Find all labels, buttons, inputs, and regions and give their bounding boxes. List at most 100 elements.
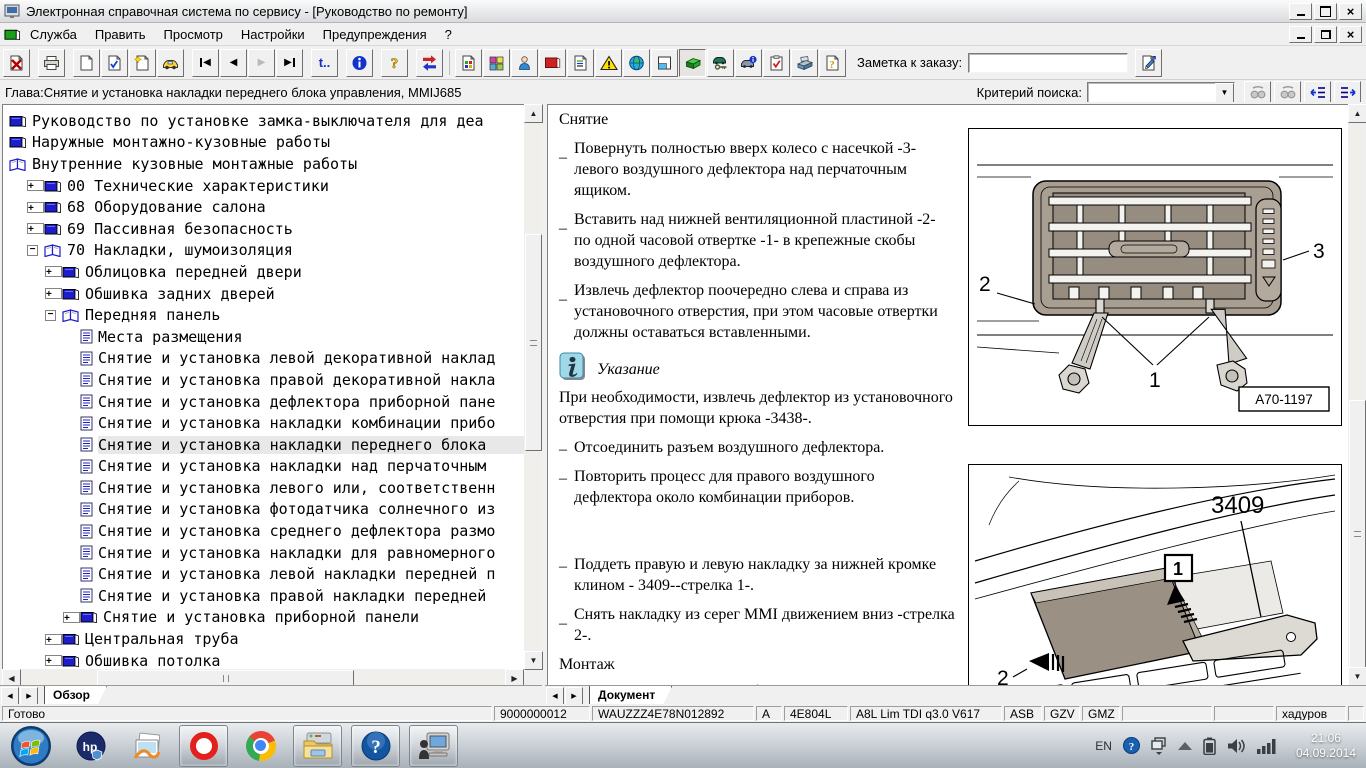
tree-item[interactable]: Передняя панель [7, 304, 525, 326]
manual-book-button[interactable] [539, 49, 566, 77]
expand-plus-icon[interactable] [63, 612, 80, 623]
maximize-button[interactable] [1314, 3, 1337, 20]
tray-help-icon[interactable]: ? [1123, 737, 1140, 754]
tree-item-selected[interactable]: Снятие и установка накладки переднего бл… [7, 434, 525, 456]
minimize-button[interactable] [1289, 3, 1312, 20]
info-button[interactable] [346, 49, 373, 77]
expand-plus-icon[interactable] [45, 634, 62, 645]
tree-item[interactable]: Снятие и установка левой накладки передн… [7, 563, 525, 585]
print-button[interactable] [38, 49, 65, 77]
tree-item[interactable]: 00 Технические характеристики [7, 175, 525, 197]
note-edit-button[interactable] [1135, 49, 1162, 77]
tree-item[interactable]: Снятие и установка левой декоративной на… [7, 348, 525, 370]
tree-vertical-scrollbar[interactable]: ▲ ▼ [524, 104, 541, 670]
collapse-minus-icon[interactable] [27, 245, 38, 256]
books-button[interactable] [791, 49, 818, 77]
search-criterion-combobox[interactable]: ▼ [1087, 82, 1235, 104]
taskbar-app-chrome[interactable] [237, 726, 284, 766]
mdi-close-button[interactable]: × [1339, 26, 1362, 43]
list-document-button[interactable] [567, 49, 594, 77]
menu-service[interactable]: Служба [21, 25, 86, 44]
expand-plus-icon[interactable] [45, 288, 62, 299]
document-grid-button[interactable] [455, 49, 482, 77]
scroll-down-button[interactable]: ▼ [524, 651, 543, 670]
tree-item[interactable]: Снятие и установка накладки над перчаточ… [7, 456, 525, 478]
taskbar-app-photo-viewer[interactable] [123, 726, 170, 766]
vehicle-button[interactable] [157, 49, 184, 77]
help-button[interactable]: ? [381, 49, 408, 77]
menu-help[interactable]: ? [436, 25, 461, 44]
globe-button[interactable] [623, 49, 650, 77]
tree-item[interactable]: 69 Пассивная безопасность [7, 218, 525, 240]
warning-button[interactable] [595, 49, 622, 77]
search-criterion-value[interactable] [1088, 83, 1215, 103]
tree-item[interactable]: Снятие и установка правой декоративной н… [7, 369, 525, 391]
vehicle-info-button[interactable] [735, 49, 762, 77]
mdi-restore-button[interactable] [1314, 26, 1337, 43]
tree-item[interactable]: Места размещения [7, 326, 525, 348]
nav-prev-button[interactable]: ◀ [220, 49, 247, 77]
tree-horizontal-scrollbar[interactable]: ◀ ▶ [2, 669, 524, 686]
goto-previous-topic-button[interactable] [1304, 81, 1331, 105]
new-document-button[interactable] [73, 49, 100, 77]
scroll-up-button[interactable]: ▲ [1348, 104, 1366, 123]
person-button[interactable] [511, 49, 538, 77]
document-vertical-scrollbar[interactable]: ▲ ▼ [1348, 104, 1365, 686]
tab-scroll-left-button[interactable]: ◀ [546, 687, 564, 705]
tree-item[interactable]: Снятие и установка правой накладки перед… [7, 585, 525, 607]
tab-scroll-left-button[interactable]: ◀ [1, 687, 19, 705]
tree-item[interactable]: Снятие и установка накладки комбинации п… [7, 412, 525, 434]
tray-clock[interactable]: 21:06 04.09.2014 [1296, 731, 1356, 761]
scrollbar-thumb[interactable] [525, 234, 542, 451]
component-brick-button[interactable] [679, 49, 706, 77]
tree-item[interactable]: Снятие и установка левого или, соответст… [7, 477, 525, 499]
fill-level-button[interactable] [651, 49, 678, 77]
tree-item[interactable]: Снятие и установка приборной панели [7, 607, 525, 629]
expand-plus-icon[interactable] [27, 223, 44, 234]
combo-dropdown-button[interactable]: ▼ [1215, 83, 1234, 103]
expand-plus-icon[interactable] [27, 180, 44, 191]
nav-first-button[interactable]: ◀ [192, 49, 219, 77]
tree-item[interactable]: Снятие и установка дефлектора приборной … [7, 391, 525, 413]
nav-last-button[interactable]: ▶ [276, 49, 303, 77]
mdi-minimize-button[interactable] [1289, 26, 1312, 43]
expand-plus-icon[interactable] [27, 202, 44, 213]
taskbar-app-help[interactable]: ? [351, 725, 400, 767]
menu-warnings[interactable]: Предупреждения [314, 25, 436, 44]
tree-item[interactable]: Руководство по установке замка-выключате… [7, 110, 525, 132]
swap-button[interactable] [416, 49, 443, 77]
scroll-down-button[interactable]: ▼ [1348, 667, 1366, 686]
tree-item[interactable]: Центральная труба [7, 628, 525, 650]
battery-icon[interactable] [1203, 737, 1216, 755]
tab-scroll-right-button[interactable]: ▶ [565, 687, 583, 705]
scrollbar-thumb[interactable] [1349, 400, 1366, 668]
tab-document[interactable]: Документ [589, 686, 672, 704]
menu-edit[interactable]: Править [86, 25, 155, 44]
tree-item[interactable]: Внутренние кузовные монтажные работы [7, 153, 525, 175]
tree-item[interactable]: Облицовка передней двери [7, 261, 525, 283]
menu-view[interactable]: Просмотр [155, 25, 232, 44]
expand-plus-icon[interactable] [45, 266, 62, 277]
tray-window-icon[interactable] [1151, 737, 1167, 755]
history-button[interactable]: t.. [311, 49, 338, 77]
vehicle-key-button[interactable] [707, 49, 734, 77]
order-note-input[interactable] [968, 53, 1128, 73]
tab-scroll-right-button[interactable]: ▶ [20, 687, 38, 705]
taskbar-app-service-system[interactable] [409, 725, 458, 767]
collapse-minus-icon[interactable] [45, 310, 56, 321]
exit-button[interactable] [3, 49, 30, 77]
close-button[interactable]: × [1339, 3, 1362, 20]
document-new-button[interactable] [129, 49, 156, 77]
tree-item[interactable]: 70 Накладки, шумоизоляция [7, 240, 525, 262]
parts-grid-button[interactable] [483, 49, 510, 77]
tab-overview[interactable]: Обзор [44, 686, 107, 704]
start-button[interactable] [4, 724, 58, 768]
tree-item[interactable]: Снятие и установка накладки для равномер… [7, 542, 525, 564]
expand-plus-icon[interactable] [45, 655, 62, 666]
language-indicator[interactable]: EN [1095, 739, 1112, 753]
nav-next-button[interactable]: ▶ [248, 49, 275, 77]
taskbar-app-opera[interactable] [179, 725, 228, 767]
search-back-button[interactable] [1244, 81, 1271, 105]
taskbar-app-hp[interactable]: hp [67, 726, 114, 766]
tree-item[interactable]: Снятие и установка фотодатчика солнечног… [7, 499, 525, 521]
